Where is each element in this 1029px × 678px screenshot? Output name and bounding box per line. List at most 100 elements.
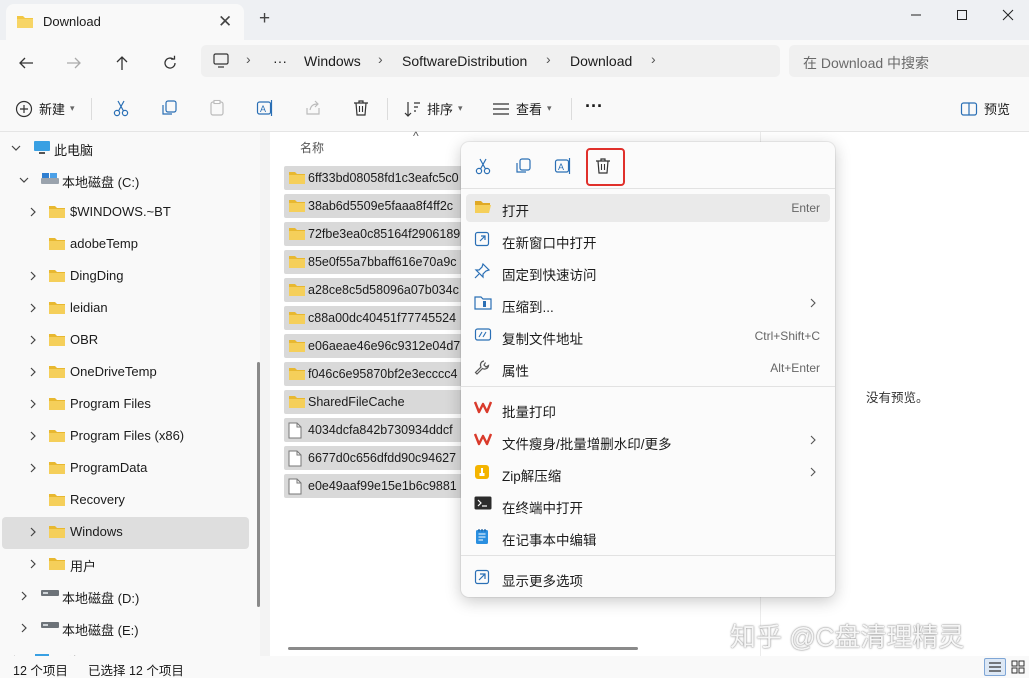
- file-name: 85e0f55a7bbaff616e70a9c: [308, 255, 457, 269]
- nav-item-programdata[interactable]: ProgramData: [0, 452, 250, 484]
- chevron-right-icon[interactable]: [18, 590, 30, 602]
- nav-item-program-files-x86-[interactable]: Program Files (x86): [0, 420, 250, 452]
- nav-item--e-[interactable]: 本地磁盘 (E:): [0, 612, 250, 644]
- menu-item-2[interactable]: 在新窗口中打开: [466, 226, 830, 254]
- minimize-button[interactable]: [893, 0, 939, 30]
- maximize-button[interactable]: [939, 0, 985, 30]
- file-row[interactable]: 85e0f55a7bbaff616e70a9c: [284, 250, 462, 274]
- nav-item-adobetemp[interactable]: adobeTemp: [0, 228, 250, 260]
- menu-item-11[interactable]: 在记事本中编辑: [466, 523, 830, 551]
- chevron-right-icon[interactable]: [27, 430, 39, 442]
- breadcrumb-more[interactable]: ···: [273, 53, 287, 69]
- copy-button[interactable]: [160, 99, 178, 117]
- more-options-icon: [474, 569, 490, 585]
- up-button[interactable]: [110, 52, 134, 74]
- address-bar[interactable]: › ··· Windows › SoftwareDistribution › D…: [201, 45, 780, 77]
- menu-item-5[interactable]: 复制文件地址 Ctrl+Shift+C: [466, 322, 830, 350]
- tiles-view-button[interactable]: [1010, 659, 1026, 675]
- chevron-down-icon[interactable]: [18, 174, 30, 186]
- menu-item-8[interactable]: 文件瘦身/批量增删水印/更多: [466, 427, 830, 455]
- nav-item-onedrivetemp[interactable]: OneDriveTemp: [0, 356, 250, 388]
- file-row[interactable]: 6ff33bd08058fd1c3eafc5c0: [284, 166, 462, 190]
- column-header-name[interactable]: 名称: [300, 139, 324, 156]
- file-row[interactable]: f046c6e95870bf2e3ecccc4: [284, 362, 462, 386]
- file-row[interactable]: a28ce8c5d58096a07b034c: [284, 278, 462, 302]
- search-box[interactable]: 在 Download 中搜索: [789, 45, 1029, 77]
- file-row[interactable]: e0e49aaf99e15e1b6c9881: [284, 474, 462, 498]
- menu-item-12[interactable]: 显示更多选项: [466, 564, 830, 592]
- menu-item-3[interactable]: 固定到快速访问: [466, 258, 830, 286]
- nav-item-obr[interactable]: OBR: [0, 324, 250, 356]
- nav-item--c-[interactable]: 本地磁盘 (C:): [0, 164, 250, 196]
- nav-item--[interactable]: 此电脑: [0, 132, 250, 164]
- chevron-right-icon[interactable]: [27, 206, 39, 218]
- nav-item--windows-bt[interactable]: $WINDOWS.~BT: [0, 196, 250, 228]
- chevron-right-icon[interactable]: [27, 526, 39, 538]
- file-row[interactable]: 6677d0c656dfdd90c94627: [284, 446, 462, 470]
- nav-item-program-files[interactable]: Program Files: [0, 388, 250, 420]
- cut-action[interactable]: [471, 155, 495, 177]
- chevron-down-icon[interactable]: [10, 142, 22, 154]
- nav-item-dingding[interactable]: DingDing: [0, 260, 250, 292]
- horizontal-scrollbar[interactable]: [288, 647, 638, 650]
- close-window-button[interactable]: [985, 0, 1029, 30]
- navigation-scrollbar[interactable]: [257, 362, 260, 607]
- details-view-button[interactable]: [984, 658, 1006, 676]
- breadcrumb-softwaredistribution[interactable]: SoftwareDistribution: [402, 53, 527, 69]
- chevron-right-icon[interactable]: [27, 366, 39, 378]
- menu-item-10[interactable]: 在终端中打开: [466, 491, 830, 519]
- sort-button[interactable]: 排序 ▾: [403, 99, 463, 118]
- computer-icon: [33, 140, 51, 156]
- file-row[interactable]: 4034dcfa842b730934ddcf: [284, 418, 462, 442]
- delete-action[interactable]: [591, 155, 615, 177]
- paste-button[interactable]: [208, 99, 226, 117]
- new-tab-button[interactable]: +: [259, 9, 270, 28]
- file-name: c88a00dc40451f77745524: [308, 311, 457, 325]
- copy-action[interactable]: [511, 155, 535, 177]
- delete-button[interactable]: [352, 99, 370, 117]
- breadcrumb-download[interactable]: Download: [570, 53, 632, 69]
- nav-item--[interactable]: 用户: [0, 548, 250, 580]
- file-row[interactable]: e06aeae46e96c9312e04d7: [284, 334, 462, 358]
- cut-button[interactable]: [112, 99, 130, 117]
- nav-item-leidian[interactable]: leidian: [0, 292, 250, 324]
- file-row[interactable]: SharedFileCache: [284, 390, 462, 414]
- scissors-icon: [113, 100, 129, 117]
- chevron-right-icon[interactable]: [27, 462, 39, 474]
- menu-item-7[interactable]: 批量打印: [466, 395, 830, 423]
- rename-button[interactable]: A: [256, 99, 274, 117]
- chevron-right-icon[interactable]: [27, 334, 39, 346]
- chevron-right-icon[interactable]: [18, 622, 30, 634]
- file-row[interactable]: 38ab6d5509e5faaa8f4ff2c: [284, 194, 462, 218]
- rename-icon: A: [256, 100, 273, 116]
- menu-item-4[interactable]: 压缩到...: [466, 290, 830, 318]
- tab-close-button[interactable]: ✕: [218, 13, 232, 30]
- file-row[interactable]: c88a00dc40451f77745524: [284, 306, 462, 330]
- rename-action[interactable]: A: [551, 155, 575, 177]
- tab-download[interactable]: Download ✕: [6, 4, 244, 40]
- chevron-right-icon[interactable]: [27, 302, 39, 314]
- chevron-right-icon[interactable]: [27, 558, 39, 570]
- menu-item-1[interactable]: 打开 Enter: [466, 194, 830, 222]
- nav-item-recovery[interactable]: Recovery: [0, 484, 250, 516]
- file-name: 6677d0c656dfdd90c94627: [308, 451, 457, 465]
- refresh-button[interactable]: [158, 52, 182, 74]
- forward-button[interactable]: [62, 52, 86, 74]
- sort-icon: [404, 101, 420, 117]
- nav-item-windows[interactable]: Windows: [0, 516, 250, 548]
- folder-icon: [288, 170, 306, 185]
- menu-item-9[interactable]: Zip解压缩: [466, 459, 830, 487]
- back-button[interactable]: [14, 52, 38, 74]
- new-button[interactable]: 新建 ▾: [15, 99, 75, 118]
- chevron-right-icon[interactable]: [27, 398, 39, 410]
- nav-item--d-[interactable]: 本地磁盘 (D:): [0, 580, 250, 612]
- view-button[interactable]: 查看 ▾: [492, 99, 552, 118]
- menu-item-6[interactable]: 属性 Alt+Enter: [466, 354, 830, 382]
- breadcrumb-windows[interactable]: Windows: [304, 53, 361, 69]
- file-row[interactable]: 72fbe3ea0c85164f2906189: [284, 222, 462, 246]
- more-button[interactable]: ···: [585, 96, 603, 117]
- preview-pane-button[interactable]: 预览: [960, 99, 1010, 118]
- nav-item--[interactable]: 网络: [0, 644, 250, 656]
- share-button[interactable]: [304, 99, 322, 117]
- chevron-right-icon[interactable]: [27, 270, 39, 282]
